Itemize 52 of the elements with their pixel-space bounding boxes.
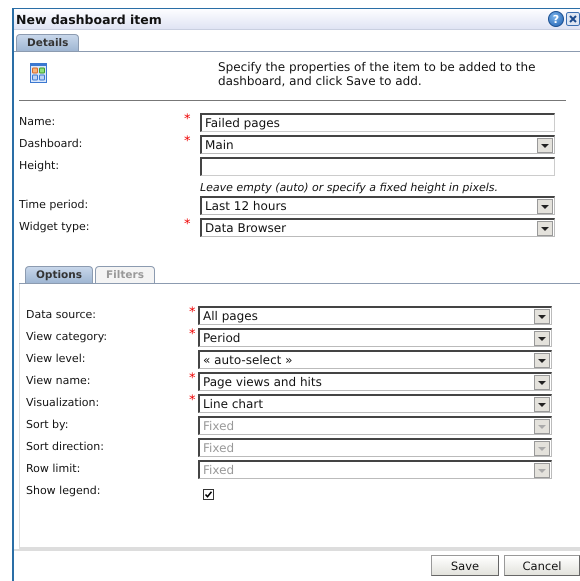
- caret-icon: [537, 220, 553, 236]
- tab[interactable]: Options: [25, 266, 93, 283]
- dropdown-field[interactable]: Page views and hits: [198, 372, 552, 391]
- cancel-button[interactable]: Cancel: [504, 555, 580, 576]
- field-label: View name:: [26, 373, 92, 387]
- dropdown-field[interactable]: All pages: [198, 306, 552, 325]
- caret-icon: [534, 330, 550, 346]
- field-label: Time period:: [19, 197, 90, 211]
- caret-icon: [537, 198, 553, 214]
- description-text: Specify the properties of the item to be added to the dashboard, and click Save to add.: [218, 60, 536, 90]
- required-mark: *: [184, 218, 192, 231]
- tab[interactable]: Details: [16, 34, 80, 51]
- field-label: Widget type:: [19, 219, 91, 233]
- field-label: Sort direction:: [26, 439, 105, 453]
- dropdown-field[interactable]: Period: [198, 328, 552, 347]
- field-label: Show legend:: [26, 483, 102, 497]
- dropdown-field[interactable]: « auto-select »: [198, 350, 552, 369]
- save-button[interactable]: Save: [431, 555, 499, 576]
- field-label: Dashboard:: [19, 136, 84, 150]
- dropdown-field[interactable]: Last 12 hours: [200, 196, 555, 215]
- required-mark: *: [189, 372, 196, 385]
- window-title: New dashboard item: [16, 12, 163, 26]
- caret-icon: [534, 352, 550, 368]
- caret-icon: [534, 462, 550, 478]
- required-mark: *: [189, 306, 196, 319]
- field-label: Sort by:: [26, 417, 70, 431]
- caret-icon: [534, 396, 550, 412]
- caret-icon: [537, 138, 553, 152]
- caret-icon: [534, 374, 550, 390]
- field-label: Row limit:: [26, 461, 82, 475]
- field-label: Height:: [19, 158, 60, 172]
- field-label: View category:: [26, 329, 108, 343]
- close-icon[interactable]: [566, 12, 580, 26]
- caret-icon: [534, 440, 550, 456]
- field-label: Name:: [19, 114, 56, 128]
- text-field[interactable]: [200, 157, 555, 176]
- dropdown-field[interactable]: Main: [200, 135, 555, 154]
- required-mark: *: [189, 328, 196, 341]
- dropdown-field[interactable]: Line chart: [198, 394, 552, 413]
- required-mark: *: [189, 394, 196, 407]
- text-field[interactable]: Failed pages: [200, 113, 555, 132]
- field-label: Data source:: [26, 307, 97, 321]
- caret-icon: [534, 418, 550, 434]
- field-label: View level:: [26, 351, 86, 365]
- checkbox[interactable]: [203, 489, 214, 500]
- caret-icon: [534, 308, 550, 324]
- required-mark: *: [184, 113, 192, 126]
- hint-text: Leave empty (auto) or specify a fixed height in pixels.: [200, 180, 500, 196]
- dropdown-field[interactable]: Data Browser: [200, 218, 555, 237]
- dashboard-grid-icon: [30, 63, 47, 83]
- field-label: Visualization:: [26, 395, 100, 409]
- required-mark: *: [184, 135, 192, 148]
